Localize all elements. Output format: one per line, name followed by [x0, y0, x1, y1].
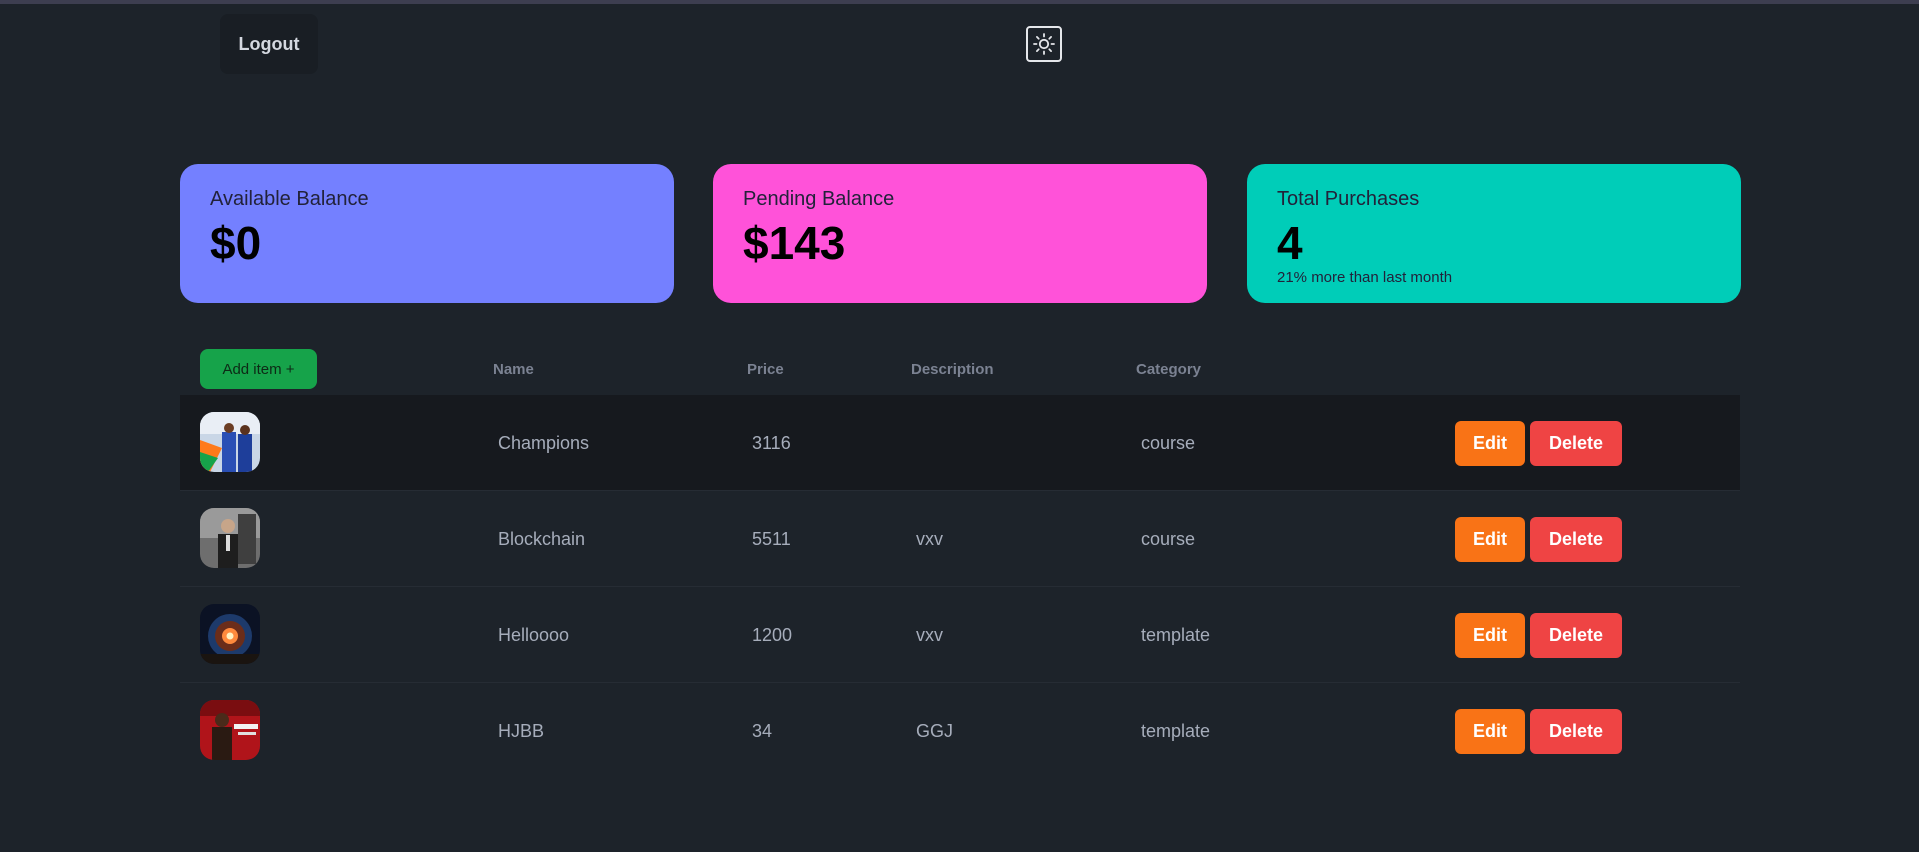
edit-button[interactable]: Edit: [1455, 613, 1525, 658]
cell-price: 5511: [752, 529, 791, 549]
stat-description: 21% more than last month: [1277, 269, 1453, 287]
column-header-category: Category: [1136, 361, 1202, 378]
delete-button[interactable]: Delete: [1530, 421, 1622, 466]
cell-price: 3116: [752, 433, 791, 453]
cell-name: Blockchain: [498, 529, 586, 549]
stat-title: Total Purchases: [1277, 188, 1420, 210]
hjbb-thumbnail: [200, 700, 260, 760]
edit-button[interactable]: Edit: [1455, 709, 1525, 754]
column-header-description: Description: [911, 361, 994, 378]
stat-card-available-balance: Available Balance $0: [180, 164, 674, 303]
table-row: HJBB 34 GGJ template Edit Delete: [180, 683, 1740, 779]
top-border: [0, 0, 1919, 4]
add-item-button[interactable]: Add item +: [200, 349, 317, 389]
stat-card-total-purchases: Total Purchases 4 21% more than last mon…: [1247, 164, 1741, 303]
stat-title: Available Balance: [210, 188, 369, 210]
cell-price: 34: [752, 721, 773, 741]
cell-price: 1200: [752, 625, 793, 645]
table-row: Helloooo 1200 vxv template Edit Delete: [180, 587, 1740, 683]
cell-description: vxv: [916, 625, 943, 645]
cell-category: course: [1141, 529, 1196, 549]
stat-value: $143: [743, 217, 846, 269]
cell-category: template: [1141, 721, 1211, 741]
table-row: Champions 3116 course Edit Delete: [180, 395, 1740, 491]
stat-value: 4: [1277, 217, 1303, 269]
cell-description: GGJ: [916, 721, 954, 741]
stat-card-pending-balance: Pending Balance $143: [713, 164, 1207, 303]
table-row: Blockchain 5511 vxv course Edit Delete: [180, 491, 1740, 587]
cell-name: Champions: [498, 433, 590, 453]
cell-name: HJBB: [498, 721, 545, 741]
delete-button[interactable]: Delete: [1530, 517, 1622, 562]
champions-thumbnail: [200, 412, 260, 472]
sun-icon: [1033, 33, 1055, 55]
column-header-name: Name: [493, 361, 534, 378]
stat-value: $0: [210, 217, 262, 269]
edit-button[interactable]: Edit: [1455, 517, 1525, 562]
stat-title: Pending Balance: [743, 188, 895, 210]
helloooo-thumbnail: [200, 604, 260, 664]
logout-button[interactable]: Logout: [220, 14, 318, 74]
cell-category: template: [1141, 625, 1211, 645]
edit-button[interactable]: Edit: [1455, 421, 1525, 466]
cell-description: vxv: [916, 529, 943, 549]
column-header-price: Price: [747, 361, 784, 378]
delete-button[interactable]: Delete: [1530, 613, 1622, 658]
cell-name: Helloooo: [498, 625, 570, 645]
blockchain-thumbnail: [200, 508, 260, 568]
cell-category: course: [1141, 433, 1196, 453]
delete-button[interactable]: Delete: [1530, 709, 1622, 754]
theme-toggle-button[interactable]: [1026, 26, 1062, 62]
